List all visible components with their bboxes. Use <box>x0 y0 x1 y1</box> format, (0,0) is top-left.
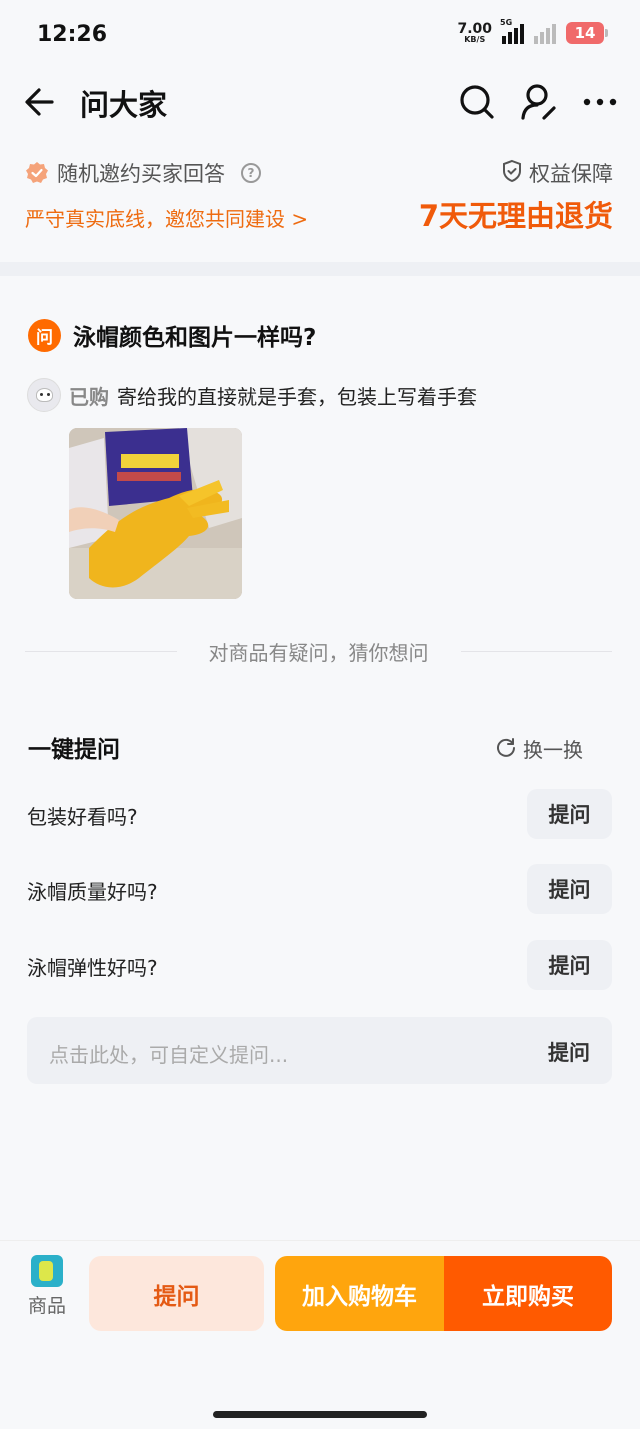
back-arrow-icon[interactable] <box>22 84 62 120</box>
add-to-cart-button[interactable]: 加入购物车 <box>275 1256 444 1331</box>
guarantee-text: 权益保障 <box>529 162 613 186</box>
quick-ask-item: 包装好看吗? 提问 <box>27 789 612 839</box>
net-speed-value: 7.00 <box>457 21 492 37</box>
invite-text: 随机邀约买家回答 <box>57 162 225 186</box>
badge-check-icon <box>25 161 49 185</box>
answer-text: 寄给我的直接就是手套，包装上写着手套 <box>117 384 477 409</box>
help-icon[interactable]: ? <box>241 163 261 183</box>
nav-bar: 问大家 <box>0 70 640 134</box>
net-speed-unit: KB/S <box>464 35 486 44</box>
question-row[interactable]: 问 泳帽颜色和图片一样吗? <box>28 318 316 352</box>
status-bar: 12:26 7.00 KB/S 5G 14 <box>0 0 640 70</box>
status-icons: 7.00 KB/S 5G 14 <box>457 18 608 44</box>
answer-row[interactable]: 已购 寄给我的直接就是手套，包装上写着手套 <box>27 378 477 412</box>
status-time: 12:26 <box>37 22 108 47</box>
custom-question-placeholder: 点击此处，可自定义提问... <box>49 1043 289 1067</box>
ask-question-button[interactable]: 提问 <box>89 1256 264 1331</box>
header-card: 随机邀约买家回答 ? 严守真实底线，邀您共同建设 > 权益保障 7天无理由退货 <box>0 134 640 262</box>
rule-link[interactable]: 严守真实底线，邀您共同建设 > <box>25 203 308 232</box>
quick-ask-title: 一键提问 <box>28 737 120 763</box>
question-badge: 问 <box>28 318 61 352</box>
quick-ask-text: 包装好看吗? <box>27 805 138 829</box>
guarantee-row[interactable]: 权益保障 <box>501 158 613 188</box>
avatar <box>27 378 61 412</box>
page-title: 问大家 <box>80 88 168 122</box>
custom-ask-button[interactable]: 提问 <box>548 1037 590 1067</box>
section-divider <box>0 262 640 276</box>
quick-ask-item: 泳帽弹性好吗? 提问 <box>27 940 612 990</box>
signal-sim2-icon <box>534 22 556 44</box>
product-thumbnail <box>31 1255 63 1287</box>
question-title: 泳帽颜色和图片一样吗? <box>73 325 317 351</box>
search-icon[interactable] <box>457 82 497 122</box>
net-type: 5G <box>500 18 513 27</box>
purchased-tag: 已购 <box>69 384 109 409</box>
user-icon[interactable] <box>518 82 558 122</box>
invite-row[interactable]: 随机邀约买家回答 ? <box>25 158 261 188</box>
buy-now-button[interactable]: 立即购买 <box>444 1256 612 1331</box>
return-policy: 7天无理由退货 <box>418 199 613 233</box>
ask-button[interactable]: 提问 <box>527 789 612 839</box>
ask-button[interactable]: 提问 <box>527 864 612 914</box>
guess-label: 对商品有疑问，猜你想问 <box>208 640 429 665</box>
product-label: 商品 <box>27 1295 66 1317</box>
quick-ask-text: 泳帽质量好吗? <box>27 880 158 904</box>
refresh-button[interactable]: 换一换 <box>495 734 583 763</box>
quick-ask-item: 泳帽质量好吗? 提问 <box>27 864 612 914</box>
refresh-icon <box>495 736 517 762</box>
refresh-label: 换一换 <box>523 738 583 762</box>
custom-question-input[interactable]: 点击此处，可自定义提问... 提问 <box>27 1017 612 1084</box>
battery-icon: 14 <box>566 22 608 44</box>
ask-button[interactable]: 提问 <box>527 940 612 990</box>
more-icon[interactable] <box>580 82 620 122</box>
quick-ask-text: 泳帽弹性好吗? <box>27 956 158 980</box>
answer-photo[interactable] <box>69 428 242 599</box>
home-indicator[interactable] <box>213 1411 427 1418</box>
net-speed: 7.00 KB/S <box>457 22 492 44</box>
product-link[interactable]: 商品 <box>22 1255 72 1318</box>
shield-icon <box>501 159 523 187</box>
signal-5g-icon: 5G <box>500 18 524 44</box>
guess-divider: 对商品有疑问，猜你想问 <box>25 639 612 665</box>
bottom-bar: 商品 提问 加入购物车 立即购买 <box>0 1240 640 1429</box>
